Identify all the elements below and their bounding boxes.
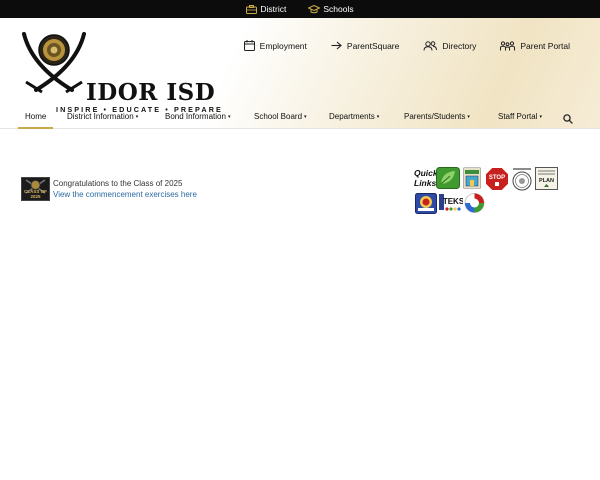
quick-links-panel: Quick Links STOP PLAN TEKS bbox=[414, 166, 564, 216]
award-badge-icon bbox=[415, 193, 437, 214]
leaf-badge-icon bbox=[436, 167, 460, 189]
document-plan-icon: PLAN bbox=[535, 167, 558, 190]
parentsquare-label: ParentSquare bbox=[346, 40, 400, 51]
directory-link[interactable]: Directory bbox=[423, 40, 476, 51]
nav-home[interactable]: Home bbox=[18, 104, 54, 129]
nav-school-board[interactable]: School Board ▾ bbox=[254, 104, 307, 129]
teks-logo-icon: TEKS bbox=[439, 193, 465, 213]
quick-link-green-badge[interactable] bbox=[436, 167, 460, 194]
district-link-label: District bbox=[260, 4, 287, 14]
main-nav: Home District Information ▾ Bond Informat… bbox=[0, 104, 600, 129]
schools-link-label: Schools bbox=[323, 4, 354, 14]
news-post: CLASS OF 2025 Congratulations to the Cla… bbox=[21, 177, 197, 201]
quick-links-label-line1: Quick bbox=[414, 168, 438, 178]
district-logo[interactable]: IDOR ISD INSPIRE • EDUCATE • PREPARE bbox=[20, 32, 221, 114]
arrow-right-icon bbox=[331, 41, 342, 50]
employment-label: Employment bbox=[259, 40, 307, 51]
quick-link-seal[interactable] bbox=[511, 167, 533, 196]
quick-link-stop-bullying[interactable]: STOP bbox=[485, 167, 509, 196]
parent-portal-label: Parent Portal bbox=[520, 40, 570, 51]
parentsquare-link[interactable]: ParentSquare bbox=[331, 40, 399, 51]
nav-departments[interactable]: Departments ▾ bbox=[329, 104, 379, 129]
nav-district-information-label: District Information bbox=[67, 112, 134, 121]
top-bar: District Schools bbox=[0, 0, 600, 18]
quick-link-rti[interactable] bbox=[464, 192, 485, 219]
stop-sign-text: STOP bbox=[489, 175, 505, 181]
chevron-down-icon: ▾ bbox=[467, 114, 470, 120]
stop-sign-icon: STOP bbox=[485, 167, 509, 191]
family-icon bbox=[500, 40, 516, 50]
chevron-down-icon: ▾ bbox=[539, 114, 542, 120]
nav-bond-information[interactable]: Bond Information ▾ bbox=[165, 104, 230, 129]
quick-link-school-badge[interactable] bbox=[463, 167, 481, 194]
nav-departments-label: Departments bbox=[329, 112, 375, 121]
chevron-down-icon: ▾ bbox=[227, 114, 231, 120]
nav-parents-students-label: Parents/Students bbox=[404, 112, 466, 121]
chevron-down-icon: ▾ bbox=[135, 114, 139, 120]
nav-parents-students[interactable]: Parents/Students ▾ bbox=[404, 104, 470, 129]
briefcase-icon bbox=[246, 4, 258, 14]
quick-links-label: Quick Links bbox=[414, 168, 438, 188]
post-thumbnail[interactable]: CLASS OF 2025 bbox=[21, 177, 50, 201]
post-text: Congratulations to the Class of 2025 Vie… bbox=[53, 177, 197, 201]
header-quick-links: Employment ParentSquare Directory Parent… bbox=[243, 40, 570, 51]
chevron-down-icon: ▾ bbox=[376, 114, 380, 120]
commencement-link[interactable]: View the commencement exercises here bbox=[53, 189, 197, 200]
plan-badge-text: PLAN bbox=[539, 178, 554, 184]
search-button[interactable] bbox=[563, 111, 573, 129]
nav-bond-information-label: Bond Information bbox=[165, 112, 226, 121]
employment-link[interactable]: Employment bbox=[243, 40, 307, 51]
parent-portal-link[interactable]: Parent Portal bbox=[500, 40, 570, 51]
logo-name: IDOR ISD bbox=[86, 79, 216, 106]
graduation-cap-icon bbox=[308, 4, 321, 13]
school-building-icon bbox=[463, 167, 481, 189]
rti-icon bbox=[464, 193, 485, 213]
schools-link[interactable]: Schools bbox=[308, 4, 354, 14]
quick-links-label-line2: Links bbox=[414, 178, 437, 188]
crossed-swords-emblem-icon bbox=[22, 32, 86, 94]
directory-label: Directory bbox=[442, 40, 477, 51]
nav-district-information[interactable]: District Information ▾ bbox=[67, 104, 138, 129]
seal-icon bbox=[512, 168, 532, 191]
people-icon bbox=[423, 40, 438, 51]
nav-staff-portal-label: Staff Portal bbox=[498, 112, 538, 121]
district-link[interactable]: District bbox=[246, 4, 286, 14]
quick-link-teks[interactable]: TEKS bbox=[439, 193, 465, 218]
teks-text: TEKS bbox=[443, 197, 463, 206]
quick-link-plan[interactable]: PLAN bbox=[535, 167, 558, 195]
post-thumbnail-caption: CLASS OF 2025 bbox=[24, 189, 47, 199]
chevron-down-icon: ▾ bbox=[304, 114, 307, 120]
nav-school-board-label: School Board bbox=[254, 112, 303, 121]
calendar-icon bbox=[243, 40, 255, 51]
nav-home-label: Home bbox=[25, 112, 47, 121]
post-title: Congratulations to the Class of 2025 bbox=[53, 179, 183, 188]
search-icon bbox=[563, 114, 573, 124]
nav-staff-portal[interactable]: Staff Portal ▾ bbox=[498, 104, 542, 129]
quick-link-blue-badge[interactable] bbox=[415, 193, 437, 219]
